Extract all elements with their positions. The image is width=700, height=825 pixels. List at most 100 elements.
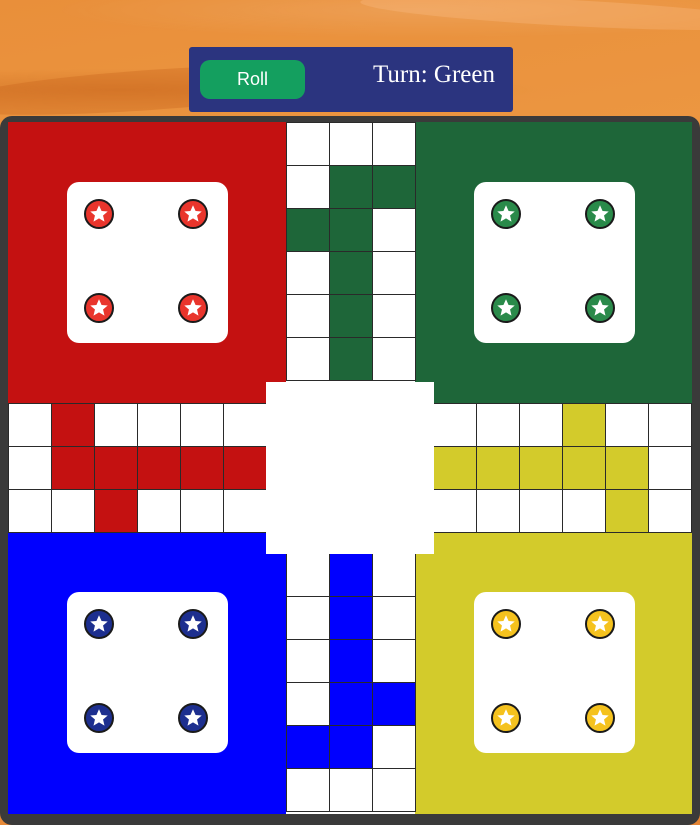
- token-blue[interactable]: [178, 609, 208, 639]
- track-right-cell[interactable]: [648, 446, 692, 490]
- track-top-cell[interactable]: [286, 208, 330, 252]
- token-yellow[interactable]: [491, 609, 521, 639]
- track-bottom-cell[interactable]: [372, 682, 416, 726]
- track-top-cell[interactable]: [329, 122, 373, 166]
- track-left-cell[interactable]: [137, 403, 181, 447]
- track-left-cell[interactable]: [180, 403, 224, 447]
- track-left-cell[interactable]: [51, 403, 95, 447]
- track-right-cell[interactable]: [562, 403, 606, 447]
- track-top-cell[interactable]: [286, 294, 330, 338]
- track-left-cell[interactable]: [8, 489, 52, 533]
- track-right-cell[interactable]: [519, 403, 563, 447]
- track-left-cell[interactable]: [8, 446, 52, 490]
- track-left-cell[interactable]: [94, 489, 138, 533]
- star-icon: [90, 299, 108, 316]
- track-right-cell[interactable]: [519, 489, 563, 533]
- track-left-cell[interactable]: [94, 446, 138, 490]
- track-left-cell[interactable]: [94, 403, 138, 447]
- token-red[interactable]: [178, 293, 208, 323]
- star-icon: [497, 709, 515, 726]
- track-top-cell[interactable]: [286, 337, 330, 381]
- track-top-cell[interactable]: [372, 251, 416, 295]
- token-yellow[interactable]: [585, 609, 615, 639]
- track-top-cell[interactable]: [372, 294, 416, 338]
- track-bottom-cell[interactable]: [329, 639, 373, 683]
- token-red[interactable]: [178, 199, 208, 229]
- track-top-cell[interactable]: [329, 337, 373, 381]
- track-top-cell[interactable]: [372, 337, 416, 381]
- roll-button[interactable]: Roll: [200, 60, 305, 99]
- track-left-cell[interactable]: [180, 489, 224, 533]
- track-bottom-cell[interactable]: [286, 725, 330, 769]
- track-bottom-cell[interactable]: [372, 596, 416, 640]
- track-right-cell[interactable]: [562, 446, 606, 490]
- track-bottom-cell[interactable]: [286, 596, 330, 640]
- track-bottom-cell[interactable]: [329, 768, 373, 812]
- track-top-cell[interactable]: [372, 122, 416, 166]
- track-left-cell[interactable]: [8, 403, 52, 447]
- token-green[interactable]: [491, 199, 521, 229]
- home-blue: [8, 532, 286, 814]
- token-blue[interactable]: [84, 703, 114, 733]
- track-bottom-cell[interactable]: [329, 682, 373, 726]
- track-bottom-cell[interactable]: [329, 553, 373, 597]
- track-right-cell[interactable]: [519, 446, 563, 490]
- token-blue[interactable]: [178, 703, 208, 733]
- track-right-cell[interactable]: [476, 489, 520, 533]
- track-right-cell[interactable]: [433, 446, 477, 490]
- home-yard-red: [67, 182, 228, 343]
- token-yellow[interactable]: [585, 703, 615, 733]
- track-top-cell[interactable]: [286, 165, 330, 209]
- background-swoosh: [359, 0, 700, 37]
- star-icon: [90, 615, 108, 632]
- track-top-cell[interactable]: [329, 251, 373, 295]
- track-bottom-cell[interactable]: [329, 596, 373, 640]
- home-green: [415, 122, 692, 403]
- track-top-cell[interactable]: [329, 165, 373, 209]
- token-red[interactable]: [84, 293, 114, 323]
- track-left-cell[interactable]: [51, 489, 95, 533]
- track-bottom-cell[interactable]: [372, 768, 416, 812]
- track-left-cell[interactable]: [223, 403, 267, 447]
- track-left-cell[interactable]: [137, 446, 181, 490]
- track-left-cell[interactable]: [223, 446, 267, 490]
- track-bottom-cell[interactable]: [329, 725, 373, 769]
- token-green[interactable]: [585, 293, 615, 323]
- track-right-cell[interactable]: [648, 403, 692, 447]
- track-top-cell[interactable]: [329, 294, 373, 338]
- track-bottom-cell[interactable]: [372, 553, 416, 597]
- track-top-cell[interactable]: [372, 165, 416, 209]
- track-bottom-cell[interactable]: [372, 725, 416, 769]
- track-top-cell[interactable]: [372, 208, 416, 252]
- star-icon: [184, 299, 202, 316]
- token-green[interactable]: [491, 293, 521, 323]
- control-bar: Roll Turn: Green: [189, 47, 513, 112]
- track-bottom-cell[interactable]: [286, 768, 330, 812]
- token-yellow[interactable]: [491, 703, 521, 733]
- track-right-cell[interactable]: [476, 403, 520, 447]
- token-red[interactable]: [84, 199, 114, 229]
- track-right-cell[interactable]: [433, 403, 477, 447]
- track-right-cell[interactable]: [605, 403, 649, 447]
- track-top-cell[interactable]: [286, 122, 330, 166]
- token-green[interactable]: [585, 199, 615, 229]
- track-bottom-cell[interactable]: [286, 639, 330, 683]
- track-right-cell[interactable]: [476, 446, 520, 490]
- token-blue[interactable]: [84, 609, 114, 639]
- track-left-cell[interactable]: [223, 489, 267, 533]
- track-top-cell[interactable]: [286, 251, 330, 295]
- track-left-cell[interactable]: [51, 446, 95, 490]
- track-right-cell[interactable]: [433, 489, 477, 533]
- track-right-cell[interactable]: [605, 489, 649, 533]
- star-icon: [184, 615, 202, 632]
- track-bottom-cell[interactable]: [372, 639, 416, 683]
- track-top-cell[interactable]: [329, 208, 373, 252]
- track-left-cell[interactable]: [180, 446, 224, 490]
- track-left-cell[interactable]: [137, 489, 181, 533]
- track-right-cell[interactable]: [648, 489, 692, 533]
- track-right-cell[interactable]: [562, 489, 606, 533]
- track-bottom-cell[interactable]: [286, 553, 330, 597]
- track-bottom-cell[interactable]: [286, 682, 330, 726]
- track-right-cell[interactable]: [605, 446, 649, 490]
- ludo-board: [8, 122, 692, 814]
